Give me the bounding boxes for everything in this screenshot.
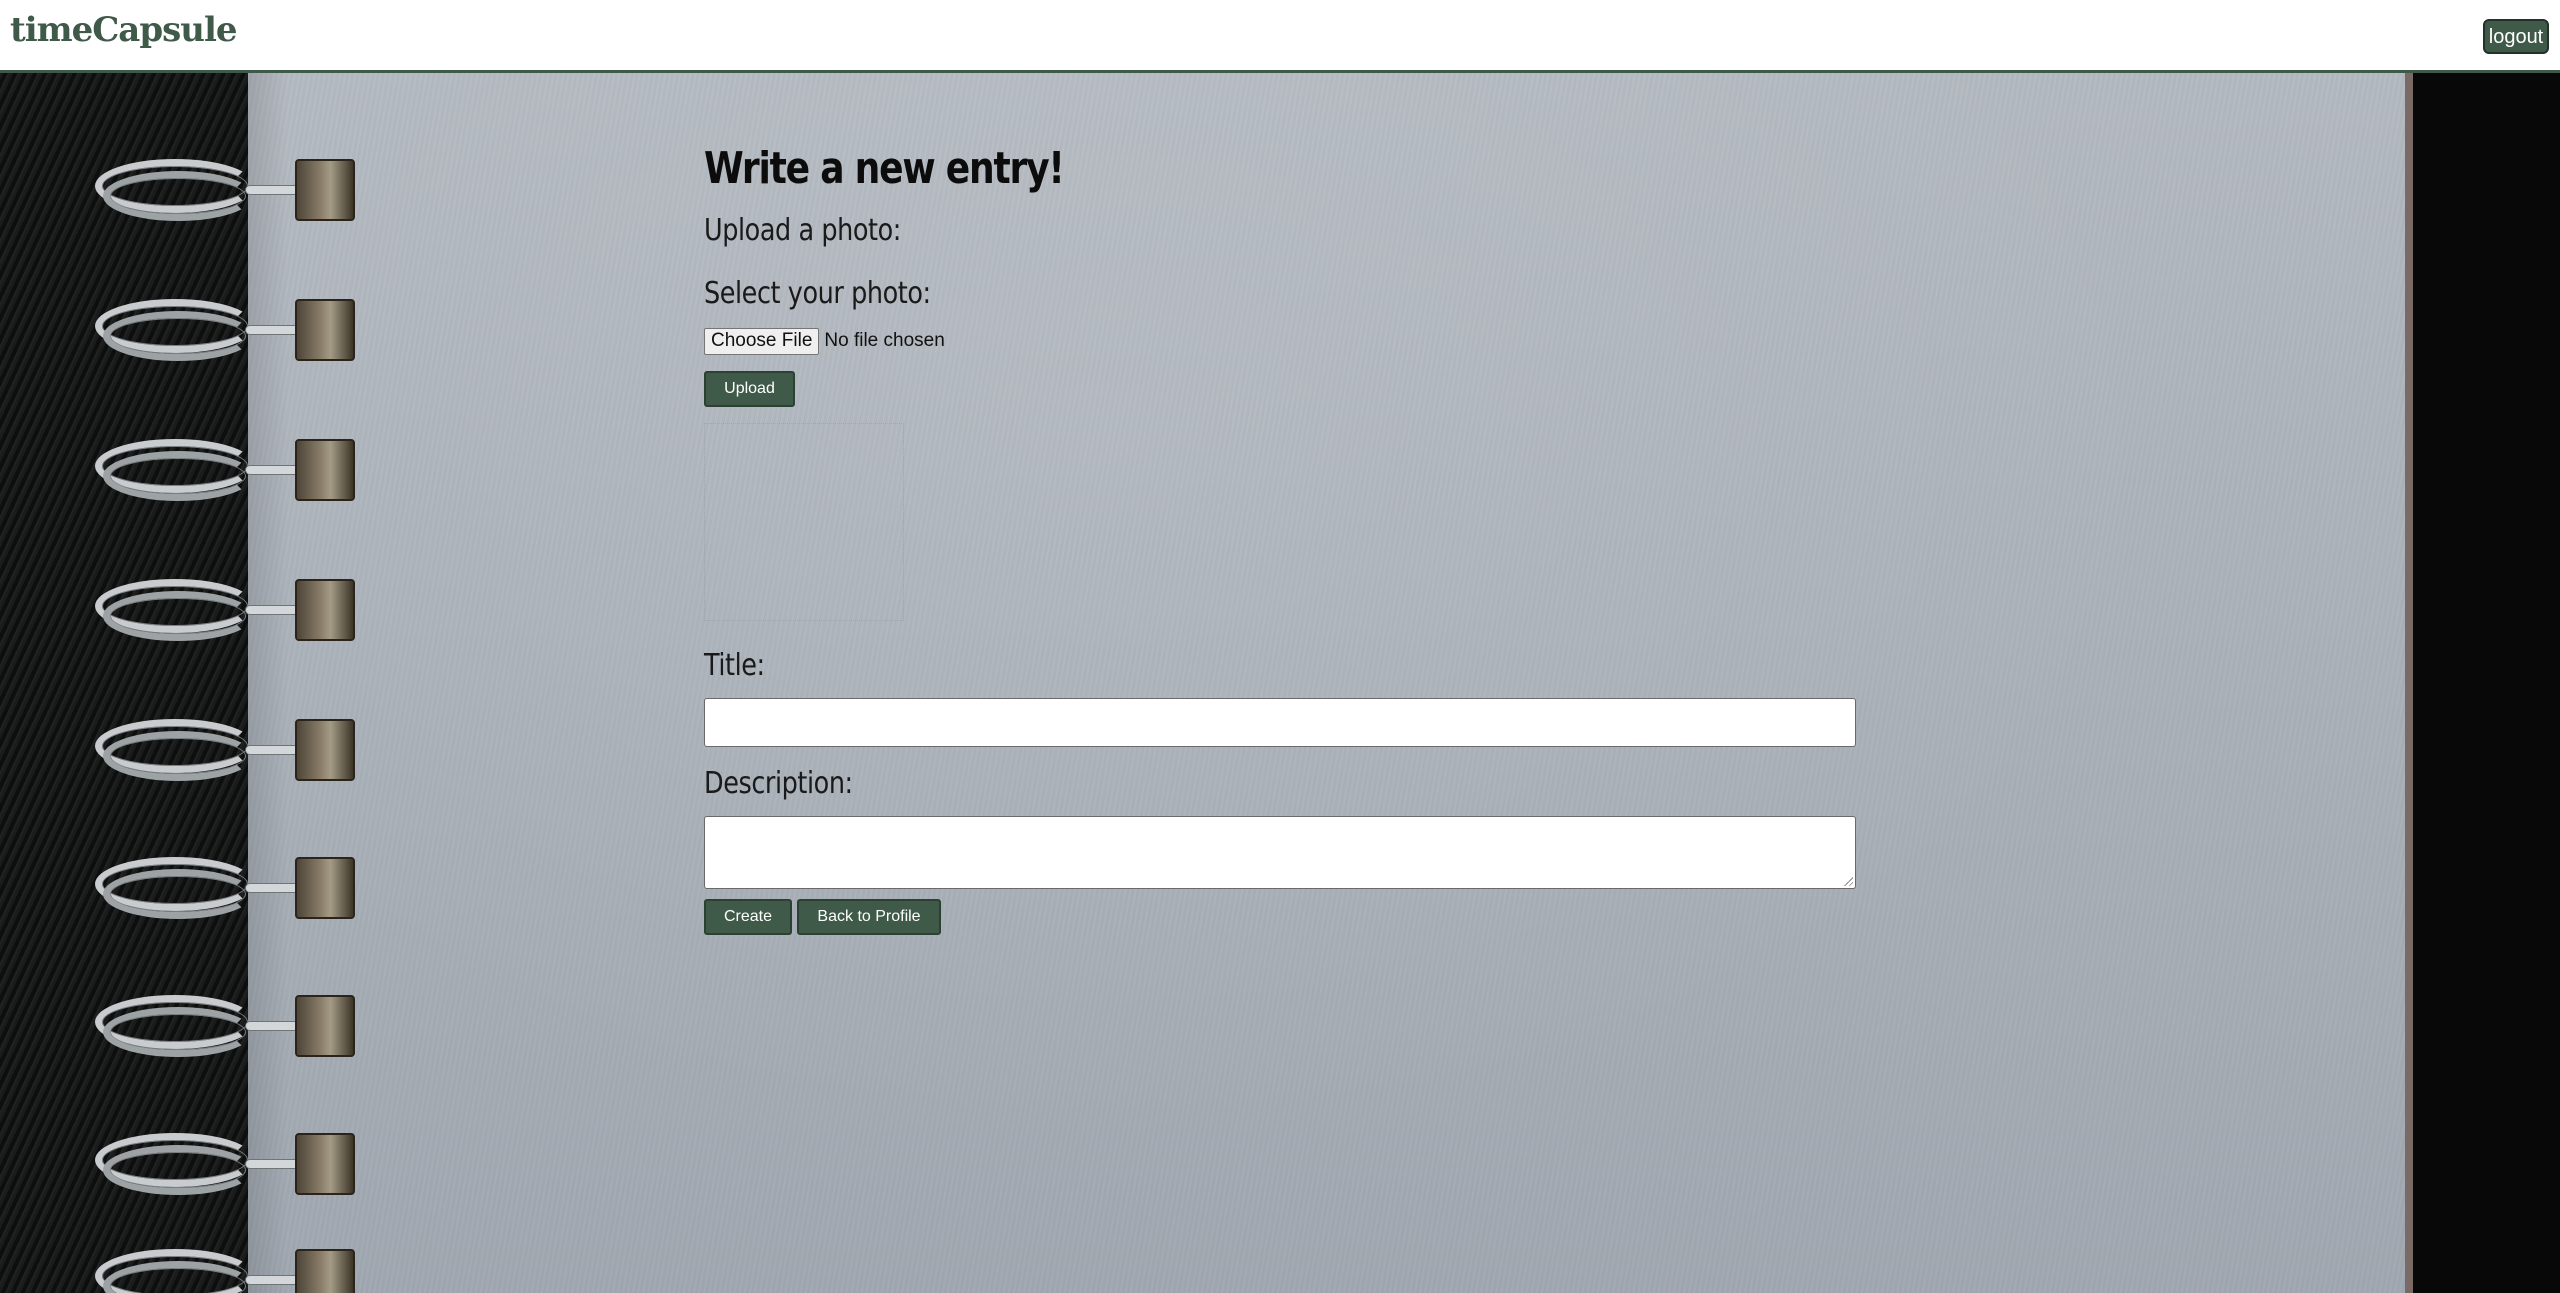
spiral-ring bbox=[95, 433, 365, 513]
select-photo-label: Select your photo: bbox=[704, 276, 931, 311]
title-input[interactable] bbox=[704, 698, 1856, 747]
spiral-ring bbox=[95, 989, 365, 1069]
spiral-ring bbox=[95, 1127, 365, 1207]
file-input[interactable]: Choose File No file chosen bbox=[704, 327, 945, 355]
choose-file-button[interactable]: Choose File bbox=[704, 327, 820, 355]
back-to-profile-button[interactable]: Back to Profile bbox=[797, 899, 941, 935]
brand-logo[interactable]: timeCapsule bbox=[10, 10, 238, 50]
spiral-ring bbox=[95, 153, 365, 233]
upload-photo-heading: Upload a photo: bbox=[704, 213, 901, 248]
spiral-ring bbox=[95, 1243, 365, 1293]
spiral-ring bbox=[95, 573, 365, 653]
page-title: Write a new entry! bbox=[704, 143, 1065, 194]
notebook-page bbox=[248, 73, 2408, 1293]
logout-button[interactable]: logout bbox=[2483, 19, 2549, 54]
file-status-text: No file chosen bbox=[824, 330, 945, 351]
page-shadow bbox=[248, 73, 288, 1293]
spiral-ring bbox=[95, 713, 365, 793]
notebook-background bbox=[0, 73, 2560, 1293]
description-textarea[interactable] bbox=[704, 816, 1856, 889]
top-navbar: timeCapsule logout bbox=[0, 0, 2560, 73]
upload-button[interactable]: Upload bbox=[704, 371, 795, 407]
spiral-ring bbox=[95, 293, 365, 373]
spiral-ring bbox=[95, 851, 365, 931]
title-label: Title: bbox=[704, 648, 765, 683]
resize-handle[interactable] bbox=[1843, 876, 1853, 886]
description-label: Description: bbox=[704, 766, 853, 801]
desk-surface bbox=[0, 73, 250, 1293]
photo-preview-placeholder bbox=[704, 423, 904, 621]
desk-surface-right bbox=[2413, 73, 2560, 1293]
create-button[interactable]: Create bbox=[704, 899, 792, 935]
